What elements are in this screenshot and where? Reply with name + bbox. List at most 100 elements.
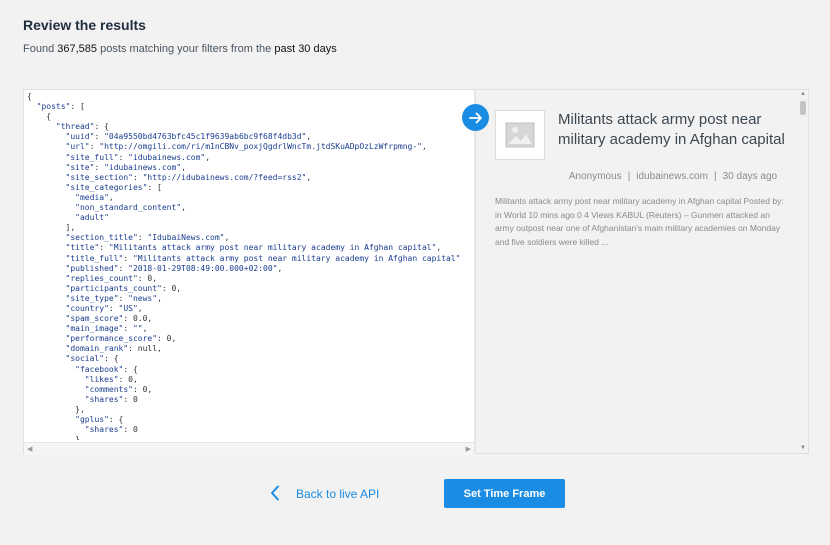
time-period: past 30 days <box>274 43 337 55</box>
json-punct: , <box>205 152 211 162</box>
json-line: "likes": 0, <box>27 375 460 385</box>
json-key: "country" <box>65 303 109 313</box>
json-key: "shares" <box>84 425 124 435</box>
vertical-scrollbar[interactable]: ▲ ▼ <box>798 90 808 453</box>
json-line: { <box>27 112 460 122</box>
post-title[interactable]: Militants attack army post near military… <box>558 110 788 150</box>
json-punct <box>27 173 66 182</box>
json-line: "non_standard_content", <box>27 203 460 213</box>
scroll-right-icon[interactable]: ▶ <box>466 445 471 453</box>
json-key: "title_full" <box>65 253 124 263</box>
json-punct: : <box>89 142 100 152</box>
json-key: "replies_count" <box>65 273 138 283</box>
scroll-down-icon[interactable]: ▼ <box>800 445 806 451</box>
json-value: "idubainews.com" <box>128 152 206 162</box>
json-key: "participants_count" <box>65 283 162 293</box>
post-body: Militants attack army post near military… <box>495 196 784 247</box>
json-punct <box>27 213 75 222</box>
json-punct <box>27 264 66 273</box>
json-viewer[interactable]: { "posts": [ { "thread": { "uuid": "04a9… <box>24 90 474 440</box>
json-punct <box>27 294 66 303</box>
json-punct: : 0, <box>161 283 182 293</box>
json-punct: ], <box>27 223 76 233</box>
post-meta: Anonymous | idubainews.com | 30 days ago <box>568 171 778 182</box>
json-punct: , <box>306 132 312 142</box>
post-site: idubainews.com <box>636 171 709 182</box>
json-line: "thread": { <box>27 122 460 132</box>
json-punct <box>27 254 66 263</box>
json-line: "domain_rank": null, <box>27 344 460 354</box>
json-punct: }, <box>27 435 85 440</box>
json-key: "spam_score" <box>65 314 124 324</box>
json-punct <box>27 243 66 252</box>
json-value: "" <box>132 324 143 334</box>
scrollbar-thumb[interactable] <box>800 101 806 115</box>
json-key: "posts" <box>36 102 71 112</box>
json-line: "title_full": "Militants attack army pos… <box>27 253 461 264</box>
json-punct: : <box>94 162 105 172</box>
scroll-up-icon[interactable]: ▲ <box>800 91 806 97</box>
json-punct: : <box>99 243 109 253</box>
json-punct: , <box>277 263 283 273</box>
json-line: "media", <box>27 193 460 203</box>
json-line: }, <box>27 405 460 415</box>
set-time-frame-button[interactable]: Set Time Frame <box>444 479 565 508</box>
json-key: "likes" <box>84 374 119 384</box>
json-key: "title" <box>65 243 100 253</box>
json-punct: , <box>224 233 230 243</box>
json-line: "adult" <box>27 213 460 223</box>
json-value: "news" <box>128 293 158 303</box>
json-line: "facebook": { <box>27 365 460 375</box>
json-line: "gplus": { <box>27 415 460 425</box>
json-punct <box>27 344 66 353</box>
scroll-left-icon[interactable]: ◀ <box>27 445 32 453</box>
json-punct: , <box>137 303 143 313</box>
json-line: "section_title": "IdubaiNews.com", <box>27 233 460 243</box>
json-punct: , <box>181 203 186 213</box>
json-punct <box>27 193 75 202</box>
json-punct <box>27 304 66 313</box>
json-line: "url": "http://omgili.com/ri/m1nCBNv_pox… <box>27 142 460 152</box>
json-punct: , <box>181 162 186 172</box>
json-line: "title": "Militants attack army post nea… <box>27 243 460 253</box>
json-punct: : { <box>108 415 124 424</box>
page-title: Review the results <box>23 17 146 33</box>
json-punct: : [ <box>147 182 162 192</box>
json-punct <box>27 233 66 242</box>
post-time: 30 days ago <box>722 171 778 182</box>
json-line: "replies_count": 0, <box>27 274 460 284</box>
json-punct: : 0, <box>132 384 153 394</box>
json-line: ], <box>27 223 460 233</box>
json-key: "comments" <box>84 384 133 394</box>
json-line: "comments": 0, <box>27 385 460 395</box>
arrow-right-icon[interactable] <box>462 104 489 131</box>
json-punct: , <box>436 243 442 253</box>
json-key: "site_type" <box>65 293 119 303</box>
json-punct: : 0, <box>157 334 177 344</box>
json-line: "posts": [ <box>27 102 460 112</box>
json-key: "performance_score" <box>65 334 158 344</box>
json-punct: : { <box>123 364 138 374</box>
json-punct: : <box>123 324 133 334</box>
json-value: "http://omgili.com/ri/m1nCBNv_poxjQgdrlW… <box>99 142 422 152</box>
json-line: "participants_count": 0, <box>27 284 460 294</box>
back-to-live-api-link[interactable]: Back to live API <box>270 481 379 507</box>
results-summary: Found 367,585 posts matching your filter… <box>23 43 337 55</box>
json-punct: : [ <box>70 102 85 112</box>
json-punct: : <box>94 132 105 142</box>
json-punct <box>27 334 66 343</box>
json-punct <box>27 153 66 162</box>
json-punct <box>27 203 75 212</box>
json-value: "2018-01-29T08:49:00.000+02:00" <box>128 263 278 273</box>
json-punct: { <box>27 112 52 122</box>
horizontal-scrollbar[interactable]: ◀ ▶ <box>24 442 474 455</box>
json-punct: : { <box>104 354 119 364</box>
chevron-left-icon <box>270 485 280 504</box>
json-punct <box>27 385 85 394</box>
json-punct: , <box>421 142 427 152</box>
json-punct: : <box>137 233 148 243</box>
json-punct <box>27 102 37 111</box>
json-key: "social" <box>65 354 105 364</box>
json-value: "04a9550bd4763bfc45c1f9639ab6bc9f68f4db3… <box>104 132 307 142</box>
json-line: "shares": 0 <box>27 425 460 435</box>
